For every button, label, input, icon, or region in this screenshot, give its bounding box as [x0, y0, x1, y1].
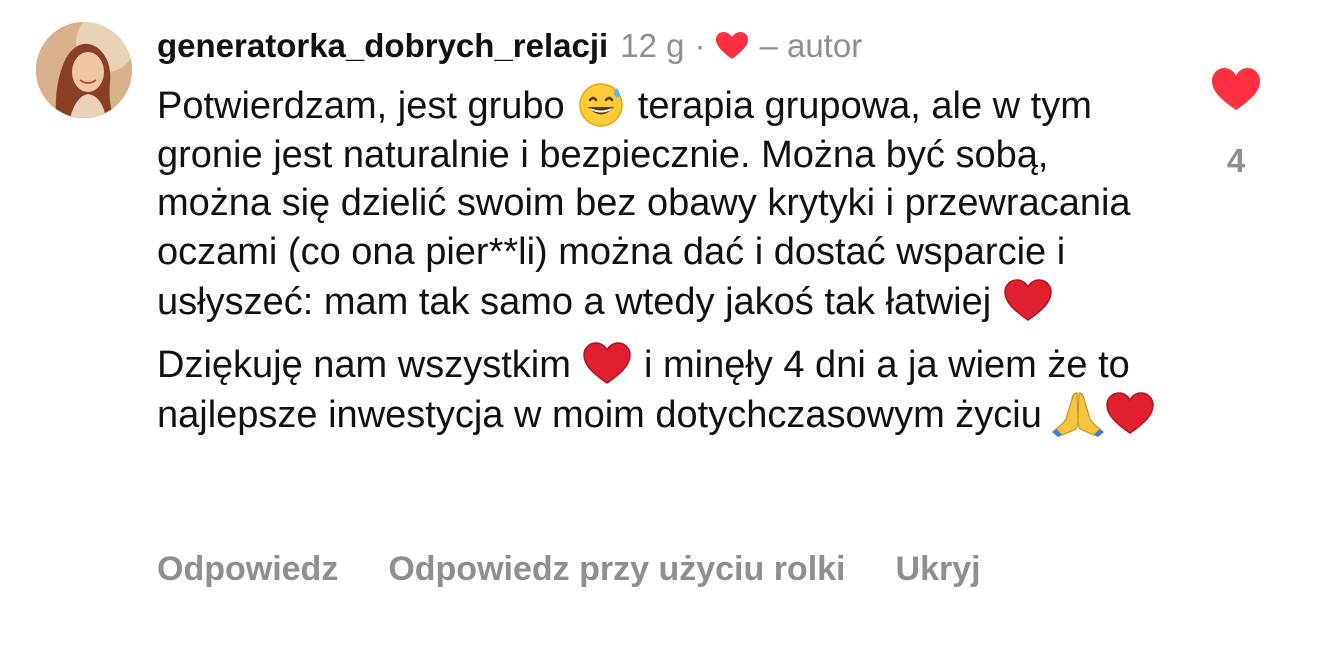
- red-heart-emoji-icon: [581, 339, 633, 387]
- red-heart-emoji-icon: [1002, 276, 1054, 324]
- like-control: 4: [1208, 66, 1264, 180]
- red-heart-emoji-icon: [1104, 389, 1156, 437]
- reply-with-reel-button[interactable]: Odpowiedz przy użyciu rolki: [388, 545, 845, 593]
- comment-time: 12 g: [620, 27, 685, 64]
- comment-paragraph-2: Dziękuję nam wszystkim i minęły 4 dni a …: [157, 339, 1167, 440]
- paragraph-2-text-a: Dziękuję nam wszystkim: [157, 343, 571, 386]
- username[interactable]: generatorka_dobrych_relacji: [157, 24, 608, 68]
- like-count[interactable]: 4: [1227, 142, 1245, 180]
- hide-button[interactable]: Ukryj: [896, 545, 981, 593]
- paragraph-1-text-a: Potwierdzam, jest grubo: [157, 85, 565, 127]
- comment-body: Potwierdzam, jest grubo terapia grupowa,…: [157, 80, 1167, 440]
- avatar[interactable]: [36, 22, 132, 118]
- folded-hands-emoji-icon: [1052, 389, 1105, 437]
- separator-dot: ·: [694, 27, 706, 64]
- comment-paragraph-1: Potwierdzam, jest grubo terapia grupowa,…: [157, 80, 1167, 327]
- author-label: – autor: [759, 27, 863, 64]
- like-heart-icon[interactable]: [1210, 66, 1262, 112]
- grinning-face-with-sweat-emoji-icon: [575, 80, 627, 128]
- author-liked-heart-icon: [715, 31, 749, 61]
- reply-button[interactable]: Odpowiedz: [157, 545, 338, 593]
- comment-actions: Odpowiedz Odpowiedz przy użyciu rolki Uk…: [157, 545, 981, 593]
- comment-header: generatorka_dobrych_relacji 12 g · – aut…: [157, 24, 862, 68]
